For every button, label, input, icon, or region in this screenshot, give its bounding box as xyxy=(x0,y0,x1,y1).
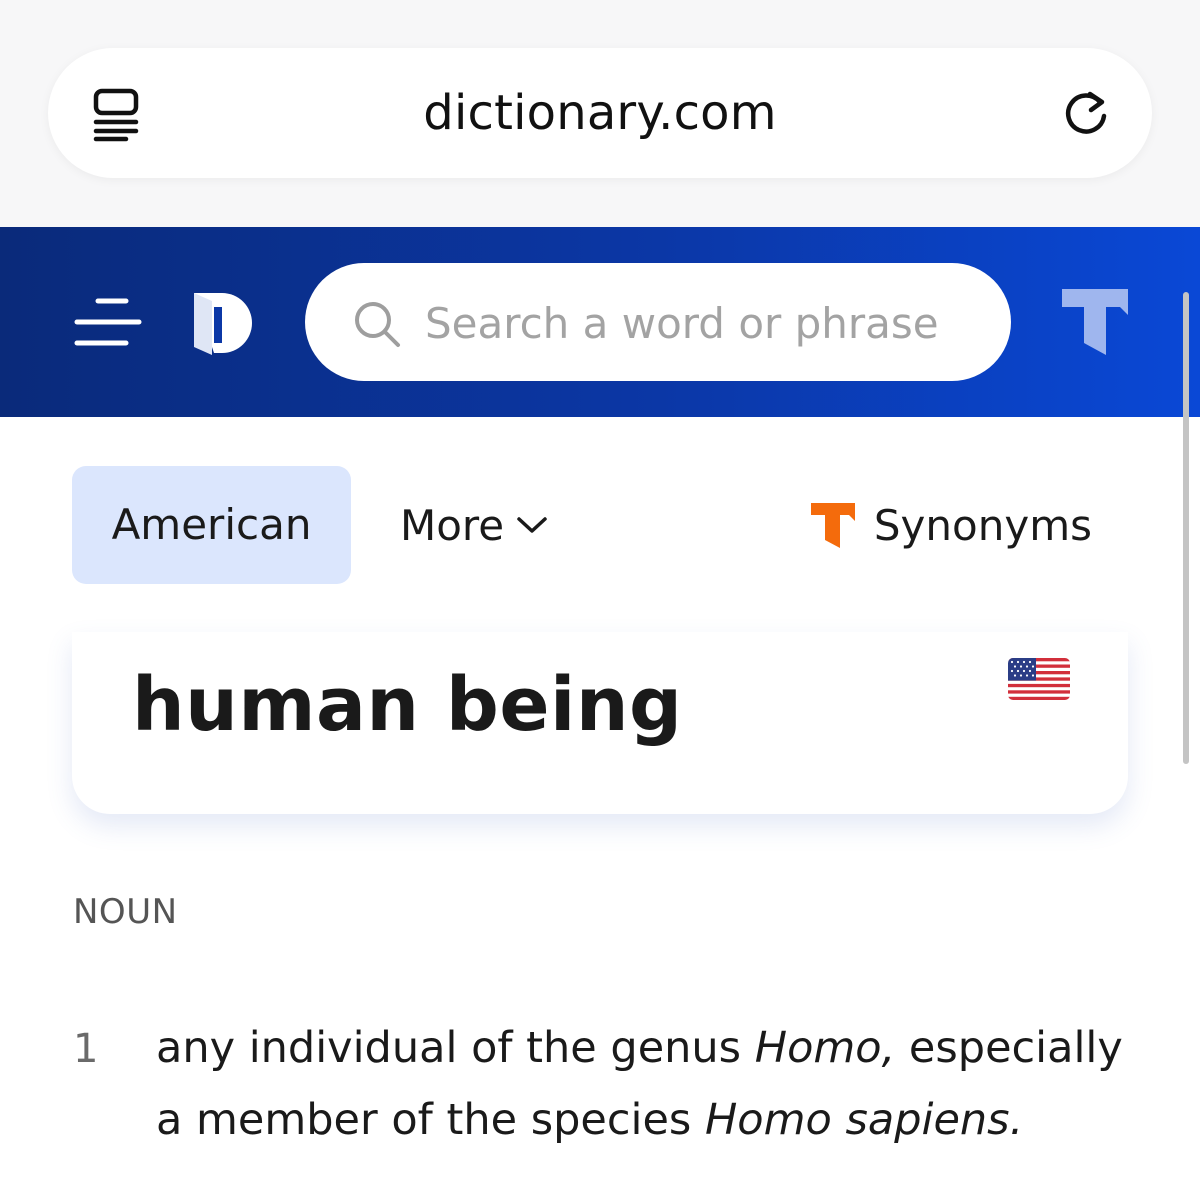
url-text[interactable]: dictionary.com xyxy=(48,48,1152,178)
more-label: More xyxy=(400,500,505,550)
synonyms-link[interactable]: Synonyms xyxy=(810,466,1092,584)
synonyms-label: Synonyms xyxy=(873,500,1092,550)
search-box[interactable] xyxy=(305,263,1011,381)
definition-number: 1 xyxy=(73,1026,99,1072)
more-dropdown[interactable]: More xyxy=(400,466,548,584)
dictionary-logo-icon[interactable] xyxy=(188,289,256,357)
search-icon[interactable] xyxy=(353,300,401,348)
definition-text-part: any individual of the genus xyxy=(156,1023,755,1073)
address-bar[interactable]: dictionary.com xyxy=(48,48,1152,178)
chevron-down-icon xyxy=(517,517,547,533)
definition-italic-term: Homo sapiens. xyxy=(704,1095,1024,1145)
hamburger-menu-icon[interactable] xyxy=(74,295,142,349)
tab-american[interactable]: American xyxy=(72,466,351,584)
definition-italic-term: Homo, xyxy=(754,1023,896,1073)
browser-chrome: dictionary.com xyxy=(0,0,1200,227)
page-scrollbar[interactable] xyxy=(1183,292,1189,764)
headword: human being xyxy=(132,662,683,748)
headword-card: human being xyxy=(72,632,1128,814)
thesaurus-logo-icon[interactable] xyxy=(1060,285,1130,357)
us-flag-icon[interactable] xyxy=(1008,658,1070,700)
site-header xyxy=(0,227,1200,417)
reload-icon[interactable] xyxy=(1060,88,1112,140)
part-of-speech: NOUN xyxy=(73,892,178,932)
thesaurus-icon xyxy=(810,503,855,548)
definition-text: any individual of the genus Homo, especi… xyxy=(156,1012,1136,1156)
search-input[interactable] xyxy=(423,287,987,359)
